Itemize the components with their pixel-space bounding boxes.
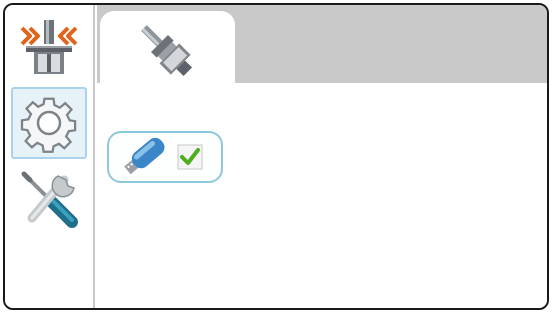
app-window [3,3,549,310]
clamp-press-icon [20,20,78,74]
sidebar-item-settings[interactable] [11,87,87,159]
usb-device-status[interactable] [107,131,223,183]
main-content [97,83,547,308]
usb-drive-icon [124,137,165,175]
gear-icon [20,97,77,153]
checkmark-icon [177,144,203,170]
sidebar [5,5,95,308]
tool-holder-icon [140,25,192,77]
tab-tool-holder[interactable] [100,11,235,93]
sidebar-item-clamping[interactable] [11,13,87,85]
wrench-screwdriver-icon [21,171,78,228]
sidebar-item-tools[interactable] [11,163,87,235]
